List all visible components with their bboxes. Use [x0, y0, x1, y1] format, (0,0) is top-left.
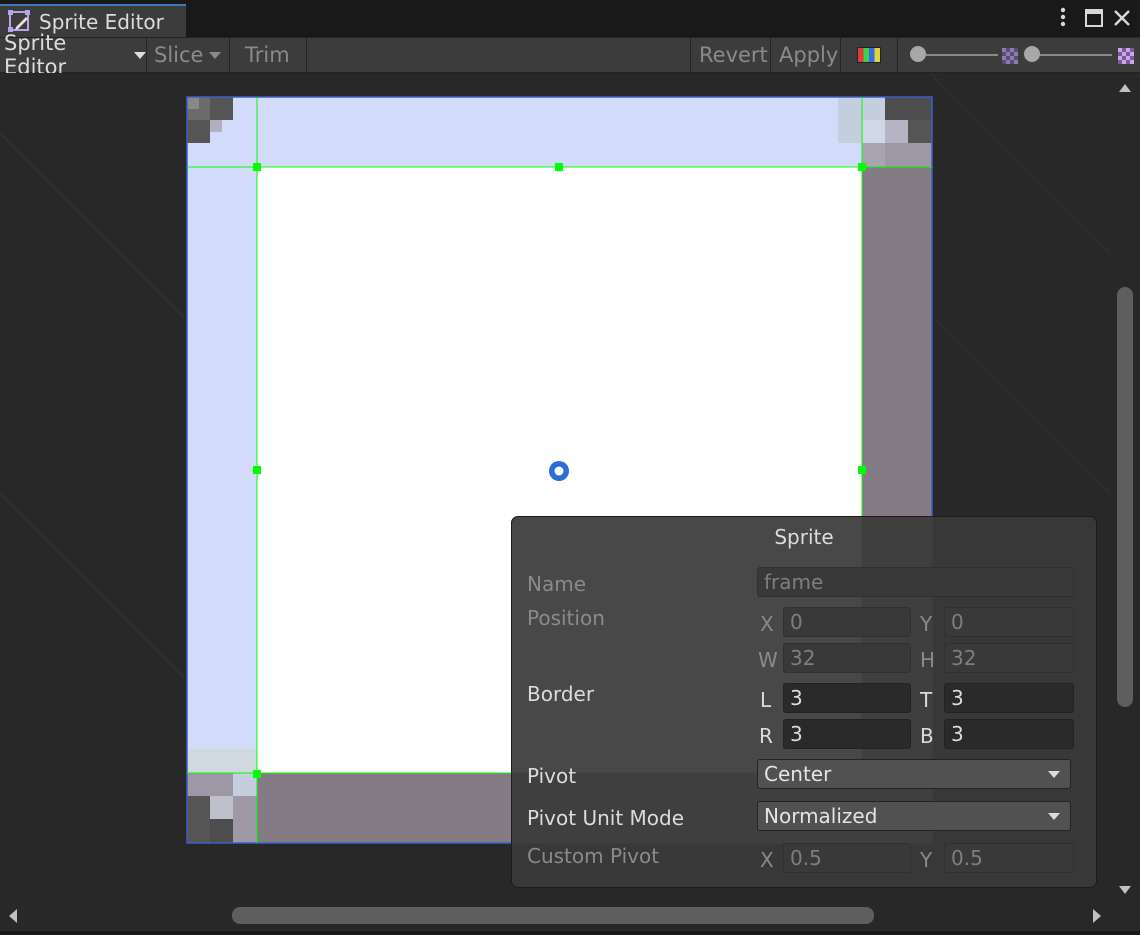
sprite-inspector-panel: Sprite Name frame Position X 0 Y 0 W 32 … — [511, 516, 1097, 888]
slice-label: Slice — [154, 43, 204, 67]
pivot-dropdown[interactable]: Center — [757, 759, 1071, 789]
custom-pivot-x-field[interactable]: 0.5 — [783, 843, 911, 873]
border-handle[interactable] — [858, 466, 866, 474]
position-x-field[interactable]: 0 — [783, 607, 911, 637]
horizontal-scrollbar[interactable] — [0, 903, 1140, 931]
mode-label: Sprite Editor — [4, 31, 67, 79]
slice-dropdown[interactable]: Slice — [147, 38, 230, 72]
apply-button[interactable]: Apply — [771, 38, 841, 72]
apply-label: Apply — [779, 43, 839, 67]
toolbar: Sprite Editor Slice Trim Revert Apply — [0, 31, 1140, 79]
y-label: Y — [920, 612, 933, 636]
t-label: T — [920, 688, 933, 712]
pivot-label: Pivot — [527, 764, 577, 788]
mode-dropdown[interactable]: Sprite Editor — [0, 31, 147, 79]
scroll-down-icon[interactable] — [1119, 885, 1131, 895]
pivot-unit-mode-dropdown[interactable]: Normalized — [757, 801, 1071, 831]
bottom-divider — [0, 931, 1140, 935]
alpha-slider[interactable] — [910, 38, 1002, 72]
position-label: Position — [527, 606, 605, 630]
custom-pivot-y-label: Y — [920, 848, 933, 872]
height-field[interactable]: 32 — [944, 643, 1074, 673]
revert-label: Revert — [699, 43, 768, 67]
horizontal-scroll-thumb[interactable] — [232, 907, 874, 924]
pivot-unit-mode-value: Normalized — [764, 804, 878, 828]
chevron-down-icon — [1048, 771, 1060, 778]
panel-title: Sprite — [774, 525, 834, 549]
pivot-handle[interactable] — [549, 461, 569, 481]
l-label: L — [760, 688, 772, 712]
slider-handle[interactable] — [1024, 46, 1040, 62]
custom-pivot-y-field[interactable]: 0.5 — [944, 843, 1074, 873]
border-handle[interactable] — [253, 163, 261, 171]
name-label: Name — [527, 572, 587, 596]
x-label: X — [760, 612, 774, 636]
width-field[interactable]: 32 — [783, 643, 911, 673]
w-label: W — [758, 648, 778, 672]
b-label: B — [920, 724, 934, 748]
vertical-scrollbar[interactable] — [1110, 73, 1140, 903]
scroll-left-icon[interactable] — [8, 909, 18, 923]
border-handle[interactable] — [555, 163, 563, 171]
chevron-down-icon — [1048, 813, 1060, 820]
more-vert-icon[interactable] — [1056, 6, 1070, 33]
vertical-scroll-thumb[interactable] — [1117, 287, 1133, 707]
border-handle[interactable] — [253, 466, 261, 474]
name-field[interactable]: frame — [757, 567, 1074, 597]
border-handle[interactable] — [858, 163, 866, 171]
color-channel-toggle[interactable] — [841, 38, 898, 72]
slider-handle[interactable] — [910, 46, 926, 62]
trim-label: Trim — [245, 43, 290, 67]
custom-pivot-label: Custom Pivot — [527, 844, 660, 868]
border-bottom-field[interactable]: 3 — [944, 719, 1074, 749]
border-right-field[interactable]: 3 — [783, 719, 911, 749]
mip-slider[interactable] — [1024, 38, 1116, 72]
border-left-field[interactable]: 3 — [783, 683, 911, 713]
scroll-up-icon[interactable] — [1119, 83, 1131, 93]
h-label: H — [920, 648, 936, 672]
trim-button[interactable]: Trim — [230, 38, 307, 72]
rgb-channels-icon — [857, 47, 881, 63]
border-handle[interactable] — [253, 770, 261, 778]
maximize-icon[interactable] — [1084, 8, 1104, 33]
tab-bar: Sprite Editor — [0, 0, 1140, 37]
custom-pivot-x-label: X — [760, 848, 774, 872]
revert-button[interactable]: Revert — [690, 38, 771, 72]
position-y-field[interactable]: 0 — [944, 607, 1074, 637]
pivot-unit-mode-label: Pivot Unit Mode — [527, 806, 685, 830]
checker-icon — [1002, 48, 1018, 64]
r-label: R — [759, 724, 773, 748]
mip-checker-icon — [1118, 48, 1134, 64]
border-top-field[interactable]: 3 — [944, 683, 1074, 713]
border-label: Border — [527, 682, 595, 706]
chevron-down-icon — [209, 51, 222, 59]
pivot-value: Center — [764, 762, 832, 786]
tab-title: Sprite Editor — [39, 9, 164, 34]
close-icon[interactable] — [1112, 8, 1132, 33]
scroll-right-icon[interactable] — [1092, 909, 1102, 923]
chevron-down-icon — [134, 51, 146, 59]
